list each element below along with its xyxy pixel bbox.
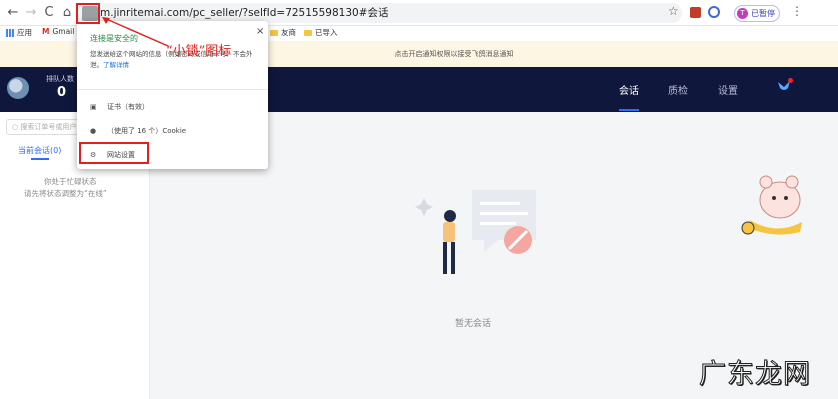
profile-button[interactable]: T 已暂停 [734,5,780,22]
annotation-arrow [102,17,169,47]
empty-state-text: 暂无会话 [455,319,492,329]
profile-label: 已暂停 [751,9,775,18]
folder-icon [304,30,312,36]
queue-count: 0 [57,85,67,100]
bookmark-star-icon[interactable]: ☆ [668,4,679,18]
browser-menu-icon[interactable]: ⋮ [791,4,803,18]
back-icon[interactable]: ← [4,4,22,22]
bookmark-apps-label: 应用 [17,28,32,37]
tab-settings[interactable]: 设置 [718,82,738,97]
site-settings-highlight [79,142,149,164]
gmail-icon: M [42,27,50,36]
tab-quality[interactable]: 质检 [668,82,688,97]
bookmark-gmail-label: Gmail [52,27,75,36]
popup-divider [77,89,268,90]
tab-current-sessions[interactable]: 当前会话(0) [18,145,61,156]
lock-highlight [76,3,100,24]
notification-dot [788,78,793,83]
queue-label: 排队人数 [46,75,74,83]
lock-annotation-label: “小锁”图标 [166,44,232,59]
forward-icon[interactable]: → [22,4,40,22]
notification-text: 点击开启通知权限以接受飞鸽消息通知 [394,50,514,58]
bookmark-apps[interactable]: 应用 [6,27,32,38]
certificate-row[interactable]: ▣ 证书（有效） [90,102,149,112]
shop-logo[interactable] [7,77,29,99]
cartoon-sticker [741,175,802,235]
avatar: T [737,8,748,19]
bookmark-label: 已导入 [315,28,338,37]
learn-more-link[interactable]: 了解详情 [103,61,129,69]
bookmark-item[interactable]: 友商 [270,27,296,38]
home-icon[interactable]: ⌂ [58,4,76,22]
close-icon[interactable]: × [256,26,264,37]
cookie-row[interactable]: ● （使用了 16 个）Cookie [90,126,186,136]
apps-grid-icon [6,29,14,37]
reload-icon[interactable]: C [40,4,58,22]
pdf-extension-icon[interactable] [690,7,701,18]
bookmark-gmail[interactable]: M Gmail [42,27,74,36]
search-extension-icon[interactable] [708,6,720,18]
watermark: 广东龙网 [699,359,811,391]
active-tab-indicator [619,109,639,111]
certificate-icon: ▣ [90,103,97,111]
folder-icon [270,30,278,36]
certificate-label: 证书（有效） [107,103,149,111]
bookmark-label: 友商 [281,28,296,37]
search-placeholder: 搜索订单号或用户 [20,123,77,131]
cookie-icon: ● [90,127,97,135]
empty-chat-illustration [415,190,536,274]
sidebar-tab-indicator [31,158,49,160]
busy-hint-text: 请先将状态调整为“在线” [24,189,107,198]
bookmark-item[interactable]: 已导入 [304,27,338,38]
busy-status-text: 你处于忙碌状态 [44,177,97,186]
cookie-label: （使用了 16 个）Cookie [107,127,187,135]
tab-chat[interactable]: 会话 [619,82,639,97]
